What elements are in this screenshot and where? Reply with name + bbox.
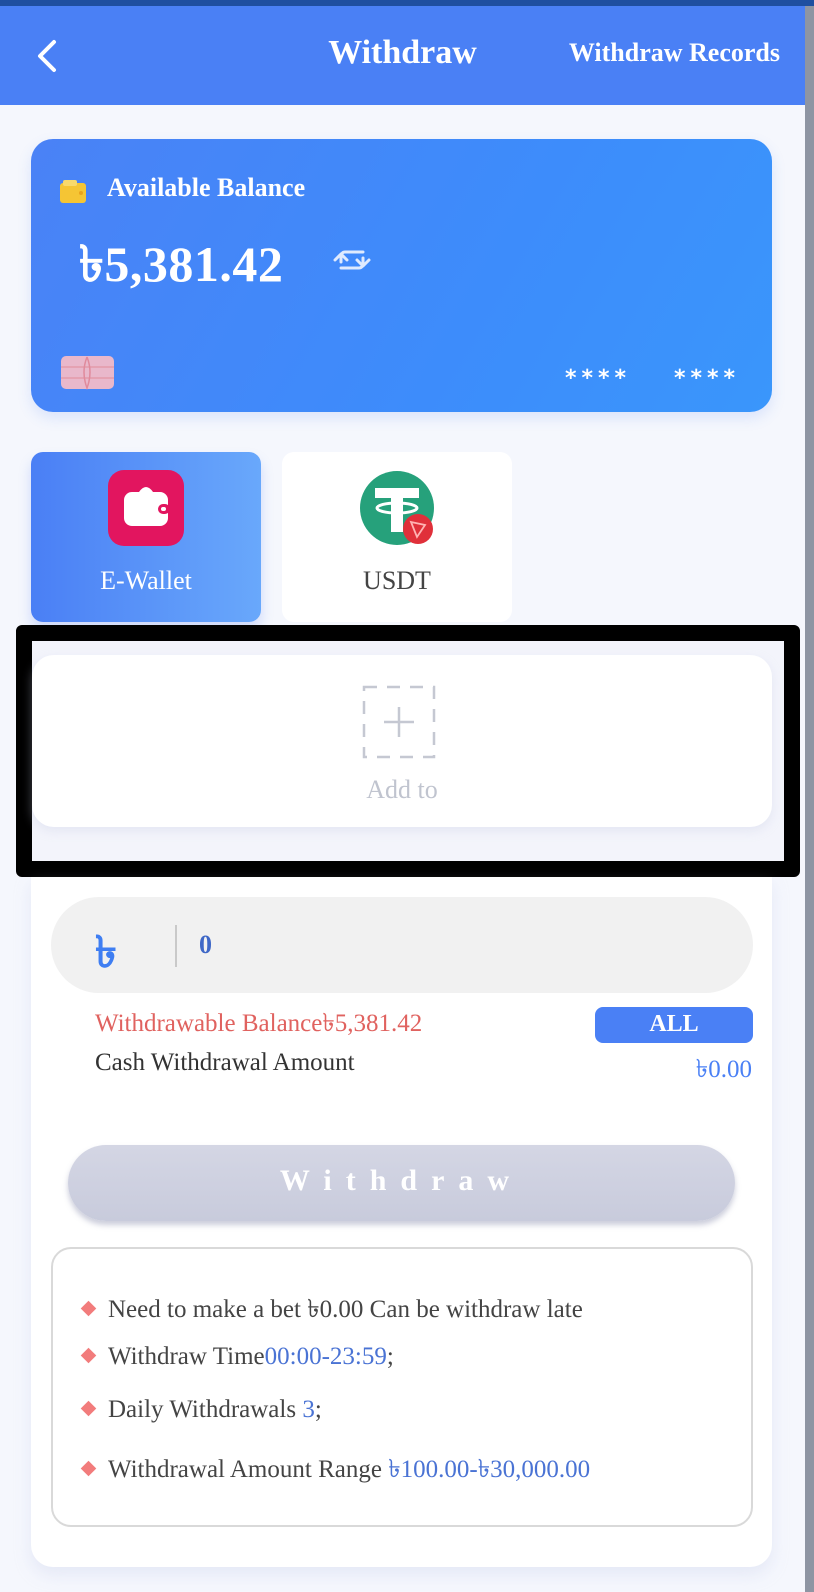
rule-suffix: ;	[386, 1343, 394, 1370]
withdraw-rules: Need to make a bet ৳0.00 Can be withdraw…	[51, 1247, 753, 1527]
rule-highlight: 3	[302, 1396, 315, 1423]
all-button[interactable]: ALL	[595, 1007, 753, 1043]
refresh-icon[interactable]	[329, 242, 375, 278]
available-balance-label: Available Balance	[107, 173, 306, 202]
diamond-bullet-icon	[80, 1347, 97, 1364]
withdraw-form-card: ৳ Withdrawable Balance৳5,381.42 ALL Cash…	[31, 877, 772, 1567]
masked-card-digits: ****	[674, 366, 741, 391]
withdrawable-balance: Withdrawable Balance৳5,381.42	[95, 1010, 423, 1037]
cash-withdrawal-label: Cash Withdrawal Amount	[95, 1049, 355, 1076]
wallet-icon	[60, 180, 86, 203]
withdraw-records-link[interactable]: Withdraw Records	[569, 38, 780, 68]
rule-text: Need to make a bet ৳0.00 Can be withdraw…	[108, 1296, 583, 1323]
currency-symbol: ৳	[95, 927, 117, 978]
usdt-tron-icon	[360, 471, 434, 545]
method-label: E-Wallet	[100, 566, 192, 595]
wallet-icon	[108, 470, 184, 546]
rule-text: Withdrawal Amount Range	[108, 1456, 389, 1483]
diamond-bullet-icon	[80, 1300, 97, 1317]
withdraw-button[interactable]: Withdraw	[68, 1145, 735, 1221]
method-e-wallet[interactable]: E-Wallet	[31, 452, 261, 622]
header-bar: Withdraw Withdraw Records	[0, 6, 805, 105]
masked-card-digits: ****	[565, 366, 632, 391]
rule-text: Withdraw Time	[108, 1343, 265, 1370]
dashed-plus-icon	[362, 685, 436, 759]
method-label: USDT	[363, 566, 431, 595]
diamond-bullet-icon	[80, 1460, 97, 1477]
add-account-button[interactable]: Add to	[32, 655, 772, 827]
method-usdt[interactable]: USDT	[282, 452, 512, 622]
rule-highlight: 00:00-23:59	[264, 1343, 387, 1370]
rule-text: Daily Withdrawals	[108, 1396, 303, 1423]
balance-card: Available Balance ৳5,381.42 **** ****	[31, 139, 772, 412]
card-chip-icon	[61, 356, 114, 390]
rule-item: Daily Withdrawals 3;	[80, 1396, 322, 1424]
available-balance-amount: ৳5,381.42	[79, 236, 284, 292]
scrollbar[interactable]	[805, 6, 814, 1592]
rule-item: Need to make a bet ৳0.00 Can be withdraw…	[80, 1289, 583, 1332]
diamond-bullet-icon	[80, 1400, 97, 1417]
cash-withdrawal-value: ৳0.00	[695, 1056, 752, 1083]
amount-input-container[interactable]: ৳	[51, 897, 753, 993]
input-divider	[175, 925, 177, 967]
rule-highlight: ৳100.00-৳30,000.00	[388, 1456, 591, 1483]
rule-item: Withdraw Time00:00-23:59;	[80, 1343, 394, 1371]
amount-input[interactable]	[199, 923, 699, 967]
add-account-label: Add to	[366, 775, 438, 804]
rule-item: Withdrawal Amount Range ৳100.00-৳30,000.…	[80, 1449, 591, 1492]
rule-suffix: ;	[314, 1396, 322, 1423]
